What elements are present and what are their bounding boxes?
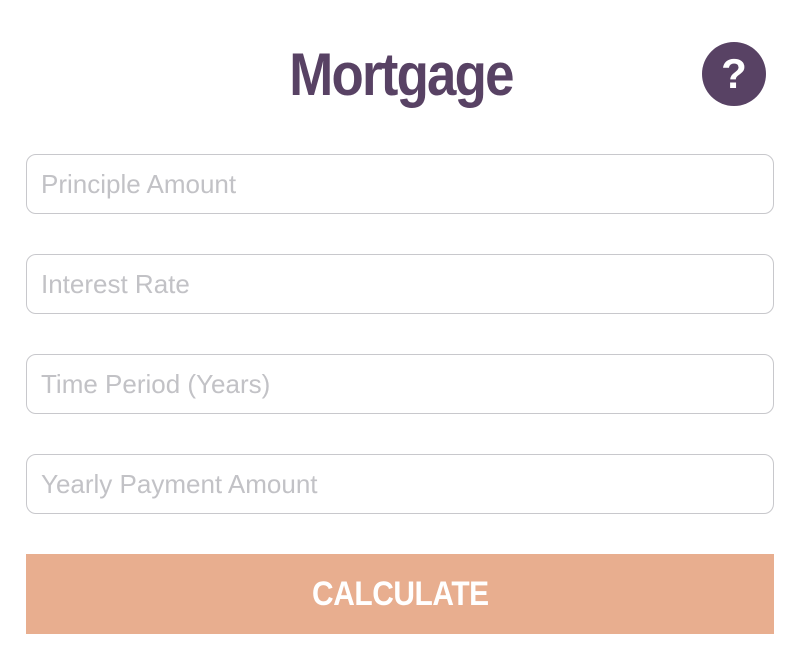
calculate-button[interactable]: CALCULATE — [26, 554, 774, 634]
help-icon: ? — [721, 50, 747, 97]
yearly-payment-input[interactable] — [26, 454, 774, 514]
time-period-input[interactable] — [26, 354, 774, 414]
principal-amount-input[interactable] — [26, 154, 774, 214]
page-title: Mortgage — [289, 41, 514, 108]
interest-rate-input[interactable] — [26, 254, 774, 314]
help-button[interactable]: ? — [702, 42, 766, 106]
calculate-button-label: CALCULATE — [311, 575, 489, 613]
